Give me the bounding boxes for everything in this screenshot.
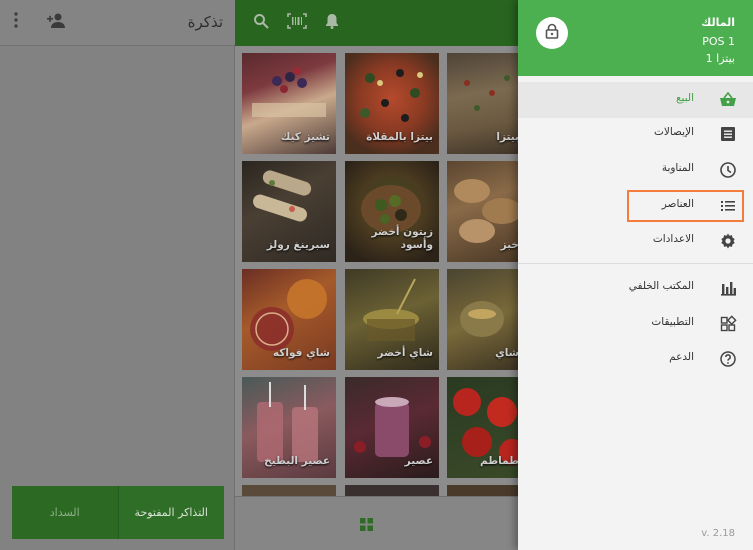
menu-item-back-office[interactable]: المكتب الخلفي — [518, 270, 753, 306]
item-tile-label: عصير البطيخ — [264, 455, 330, 467]
menu-item-label: الإيصالات — [653, 126, 694, 138]
item-tile-label: شاي أخضر — [377, 347, 433, 359]
open-tickets-button[interactable]: التذاكر المفتوحة — [117, 486, 224, 539]
item-tile[interactable]: تشيز كيك — [242, 53, 336, 154]
menu-item-apps[interactable]: التطبيقات — [518, 306, 753, 342]
apps-icon — [719, 315, 737, 333]
app-version: v. 2.18 — [701, 528, 735, 539]
bar-chart-icon — [719, 279, 737, 297]
item-tile[interactable] — [345, 485, 439, 496]
lock-icon — [545, 23, 559, 43]
navigation-drawer: المالك POS 1 بيتزا 1 البيع الإيصالات الم… — [518, 0, 753, 550]
grid-icon[interactable] — [360, 517, 373, 535]
menu-item-settings[interactable]: الاعدادات — [518, 223, 753, 259]
pos-name: POS 1 — [702, 35, 735, 48]
menu-item-support[interactable]: الدعم — [518, 341, 753, 377]
item-tile[interactable] — [447, 485, 525, 496]
add-customer-icon[interactable] — [46, 12, 66, 33]
item-tile[interactable]: طماطم — [447, 377, 525, 478]
item-tile-label: طماطم — [480, 455, 519, 467]
item-tile-label: خبز — [500, 239, 519, 251]
gear-icon — [719, 232, 737, 250]
more-vert-icon[interactable] — [14, 12, 18, 33]
ticket-title: تذكرة — [187, 13, 223, 31]
user-role: المالك — [701, 16, 735, 29]
charge-button[interactable]: السداد — [12, 486, 118, 539]
help-icon — [719, 350, 737, 368]
drawer-header: المالك POS 1 بيتزا 1 — [518, 0, 753, 76]
receipt-icon — [719, 125, 737, 143]
item-tile[interactable]: بيتزا بالمقلاة — [345, 53, 439, 154]
item-tile-label: شاي — [495, 347, 519, 359]
ticket-panel: تذكرة السداد التذاكر المفتوحة — [0, 0, 235, 550]
item-tile[interactable]: شاي أخضر — [345, 269, 439, 370]
store-name: بيتزا 1 — [705, 52, 735, 65]
menu-item-shift[interactable]: المناوبة — [518, 152, 753, 188]
highlight-box — [627, 190, 744, 222]
item-tile[interactable] — [242, 485, 336, 496]
barcode-icon[interactable] — [287, 13, 307, 33]
item-tile-label: زيتون أخضر وأسود — [371, 226, 433, 251]
item-tile[interactable]: زيتون أخضر وأسود — [345, 161, 439, 262]
items-grid-panel: تشيز كيك بيتزا بالمقلاة بيتزا سبرينغ رول… — [235, 0, 525, 550]
item-tile-label: سبرينغ رولز — [266, 239, 330, 251]
item-tile[interactable]: شاي فواكه — [242, 269, 336, 370]
ticket-header: تذكرة — [0, 0, 235, 46]
item-tile-label: عصير — [404, 455, 433, 467]
item-tile[interactable]: خبز — [447, 161, 525, 262]
menu-item-label: المكتب الخلفي — [628, 280, 694, 292]
bell-icon[interactable] — [325, 13, 339, 33]
menu-item-label: الاعدادات — [652, 233, 694, 245]
clock-icon — [719, 161, 737, 179]
items-grid-bottom-bar — [235, 496, 525, 550]
menu-item-label: البيع — [675, 92, 694, 104]
item-tile-label: بيتزا بالمقلاة — [366, 131, 433, 143]
lock-button[interactable] — [536, 17, 568, 49]
item-tile[interactable]: عصير — [345, 377, 439, 478]
item-tile[interactable]: عصير البطيخ — [242, 377, 336, 478]
ticket-actions: السداد التذاكر المفتوحة — [12, 486, 224, 539]
item-tile-label: شاي فواكه — [272, 347, 330, 359]
item-tile[interactable]: بيتزا — [447, 53, 525, 154]
menu-item-sales[interactable]: البيع — [518, 82, 753, 118]
menu-item-label: المناوبة — [661, 162, 694, 174]
search-icon[interactable] — [253, 13, 269, 33]
item-tile-label: تشيز كيك — [280, 131, 330, 143]
menu-divider — [518, 263, 753, 264]
basket-icon — [719, 91, 737, 109]
item-tile[interactable]: شاي — [447, 269, 525, 370]
menu-item-receipts[interactable]: الإيصالات — [518, 116, 753, 152]
menu-item-label: الدعم — [669, 351, 694, 363]
item-tile-label: بيتزا — [496, 131, 519, 143]
items-grid-header — [235, 0, 525, 46]
item-tile[interactable]: سبرينغ رولز — [242, 161, 336, 262]
menu-item-label: التطبيقات — [651, 316, 694, 328]
